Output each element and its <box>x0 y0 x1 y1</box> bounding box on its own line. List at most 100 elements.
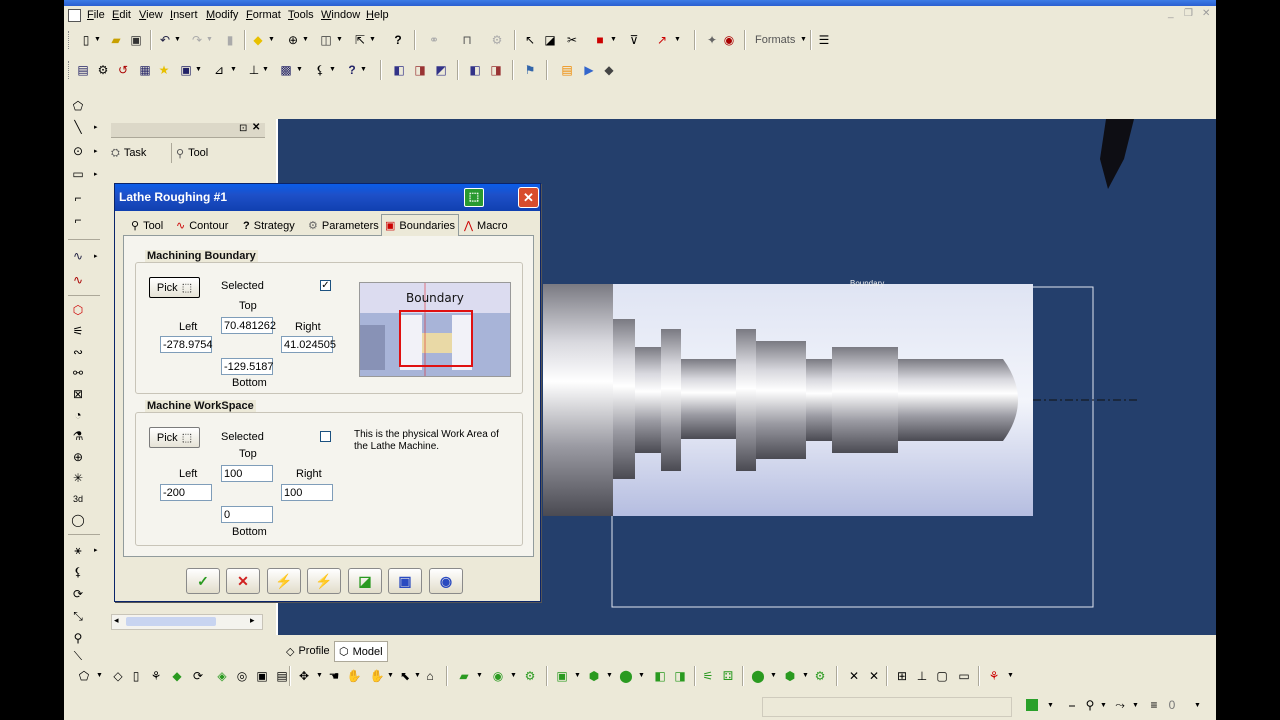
restore-icon[interactable]: ❐ <box>1184 8 1193 19</box>
apply-button[interactable]: ◪ <box>348 568 382 594</box>
transform-icon[interactable]: ⚹ <box>70 542 86 558</box>
scroll-left-icon[interactable]: ◂ <box>114 615 119 626</box>
monitor-icon[interactable]: ▣ <box>178 62 194 78</box>
drill-icon[interactable]: ◨ <box>412 62 428 78</box>
workspace-top-field[interactable]: 100 <box>221 465 273 482</box>
save-icon[interactable]: ▣ <box>128 32 144 48</box>
render-icon[interactable]: ◉ <box>721 32 737 48</box>
pen-icon[interactable]: ⚲ <box>1082 697 1098 713</box>
menu-help[interactable]: Help <box>366 9 389 21</box>
play-icon[interactable]: ▶ <box>581 62 597 78</box>
circle-icon[interactable]: ⊙ <box>70 143 86 159</box>
sweep-icon[interactable]: ⚟ <box>70 323 86 339</box>
lathe-icon[interactable]: ◧ <box>391 62 407 78</box>
menu-file[interactable]: File <box>87 9 105 21</box>
curve-icon[interactable]: ∿ <box>70 272 86 288</box>
shape-select-icon[interactable]: ⬠ <box>76 668 92 684</box>
pattern-solid-icon[interactable]: ⚃ <box>720 668 736 684</box>
eraser-icon[interactable]: ◆ <box>601 62 617 78</box>
shell-icon[interactable]: ◔ <box>70 407 86 423</box>
dimension-icon[interactable]: 3d <box>70 491 86 507</box>
cancel-button[interactable]: ✕ <box>226 568 260 594</box>
tab-model[interactable]: ⬡ Model <box>334 641 388 662</box>
boundary-pick-button[interactable]: Pick ⬚ <box>149 277 200 298</box>
image-icon[interactable]: ▩ <box>278 62 294 78</box>
tab-contour[interactable]: ∿ Contour <box>173 216 231 235</box>
split-icon[interactable]: ⚟ <box>700 668 716 684</box>
workspace-right-field[interactable]: 100 <box>281 484 333 501</box>
workspace-left-field[interactable]: -200 <box>160 484 212 501</box>
trim-icon[interactable]: ✂ <box>564 32 580 48</box>
boundary-bottom-field[interactable]: -129.5187 <box>221 358 274 375</box>
diamond-icon[interactable]: ◇ <box>110 668 126 684</box>
menu-view[interactable]: View <box>139 9 163 21</box>
sphere-icon[interactable]: ⬤ <box>618 668 634 684</box>
union-icon[interactable]: ◧ <box>652 668 668 684</box>
ok-button[interactable]: ✓ <box>186 568 220 594</box>
tools-icon[interactable]: ✦ <box>704 32 720 48</box>
anchor-icon[interactable]: ⊥ <box>246 62 262 78</box>
polygon-icon[interactable]: ⬠ <box>70 98 86 114</box>
pointer-select-icon[interactable]: ⬉ <box>397 668 413 684</box>
align-icon[interactable]: ⊥ <box>914 668 930 684</box>
extrude-icon[interactable]: ◆ <box>169 668 185 684</box>
revolve-solid-icon[interactable]: ◉ <box>490 668 506 684</box>
subtract-icon[interactable]: ◨ <box>672 668 688 684</box>
intersect-icon[interactable]: ✕ <box>866 668 882 684</box>
bubble-icon[interactable]: ⬤ <box>750 668 766 684</box>
close-icon[interactable]: ✕ <box>1202 8 1210 19</box>
help-icon[interactable]: ? <box>344 62 360 78</box>
assembly-icon[interactable]: ⚙ <box>812 668 828 684</box>
hand-icon[interactable]: ☚ <box>326 668 342 684</box>
boundary-right-field[interactable]: 41.024505 <box>281 336 336 353</box>
sweep-solid-icon[interactable]: ⚙ <box>522 668 538 684</box>
menu-tools[interactable]: Tools <box>288 9 314 21</box>
fillet-icon[interactable]: ⌐ <box>70 190 86 206</box>
menu-modify[interactable]: Modify <box>206 9 238 21</box>
loft-icon[interactable]: ∾ <box>70 344 86 360</box>
shell-solid-icon[interactable]: ⬢ <box>586 668 602 684</box>
coordinate-icon[interactable]: ⚲ <box>70 630 86 646</box>
filter-icon[interactable]: ⊽ <box>626 32 642 48</box>
curve-style-icon[interactable]: ⤳ <box>1112 697 1128 713</box>
menu-insert[interactable]: Insert <box>170 9 198 21</box>
link-icon[interactable]: ⚭ <box>426 32 442 48</box>
workspace-bottom-field[interactable]: 0 <box>221 506 273 523</box>
flag-icon[interactable]: ⚑ <box>522 62 538 78</box>
dialog-title-bar[interactable]: Lathe Roughing #1 ⬚ ✕ <box>115 184 540 211</box>
snap-grid-icon[interactable]: ≡ <box>1146 697 1162 713</box>
solid-box-icon[interactable]: ■ <box>592 32 608 48</box>
export-icon[interactable]: ▤ <box>559 62 575 78</box>
minimize-icon[interactable]: _ <box>1168 8 1174 19</box>
star-icon[interactable]: ✳ <box>70 470 86 486</box>
cylinder-icon[interactable]: ▯ <box>128 668 144 684</box>
pick-icon[interactable]: ↗ <box>654 32 670 48</box>
catalog-icon[interactable]: ▦ <box>137 62 153 78</box>
globe-icon[interactable]: ⊕ <box>70 449 86 465</box>
snap-icon[interactable]: ▭ <box>956 668 972 684</box>
stock-icon[interactable]: ◨ <box>488 62 504 78</box>
dialog-close-button[interactable]: ✕ <box>518 187 539 208</box>
undo-icon[interactable]: ↶ <box>157 32 173 48</box>
help-button[interactable]: ◉ <box>429 568 463 594</box>
smartpaint-icon[interactable]: ◆ <box>250 32 266 48</box>
pattern-icon[interactable]: ⊠ <box>70 386 86 402</box>
pointer-icon[interactable]: ↖ <box>522 32 538 48</box>
stop-icon[interactable]: ▮ <box>222 32 238 48</box>
refresh-icon[interactable]: ↺ <box>115 62 131 78</box>
revolve-icon[interactable]: ⟳ <box>190 668 206 684</box>
grid-icon[interactable]: ⊞ <box>894 668 910 684</box>
panel-scrollbar[interactable]: ◂ ▸ <box>111 614 263 630</box>
panel-tab-tool[interactable]: ⚲ Tool <box>171 143 208 163</box>
new-icon[interactable]: ▯ <box>78 32 94 48</box>
panel-tab-task[interactable]: ⛭ Task <box>111 143 146 163</box>
workspace-pick-button[interactable]: Pick ⬚ <box>149 427 200 448</box>
mill-icon[interactable]: ◩ <box>433 62 449 78</box>
menu-edit[interactable]: Edit <box>112 9 131 21</box>
tab-profile[interactable]: ◇ Profile <box>282 642 334 660</box>
tri-ball-icon[interactable]: ⚘ <box>986 668 1002 684</box>
measure-icon[interactable]: ⤡ <box>70 608 86 624</box>
regenerate-button[interactable]: ⚡ <box>307 568 341 594</box>
view-cube-icon[interactable]: ◫ <box>318 32 334 48</box>
rectangle-icon[interactable]: ▭ <box>70 166 86 182</box>
